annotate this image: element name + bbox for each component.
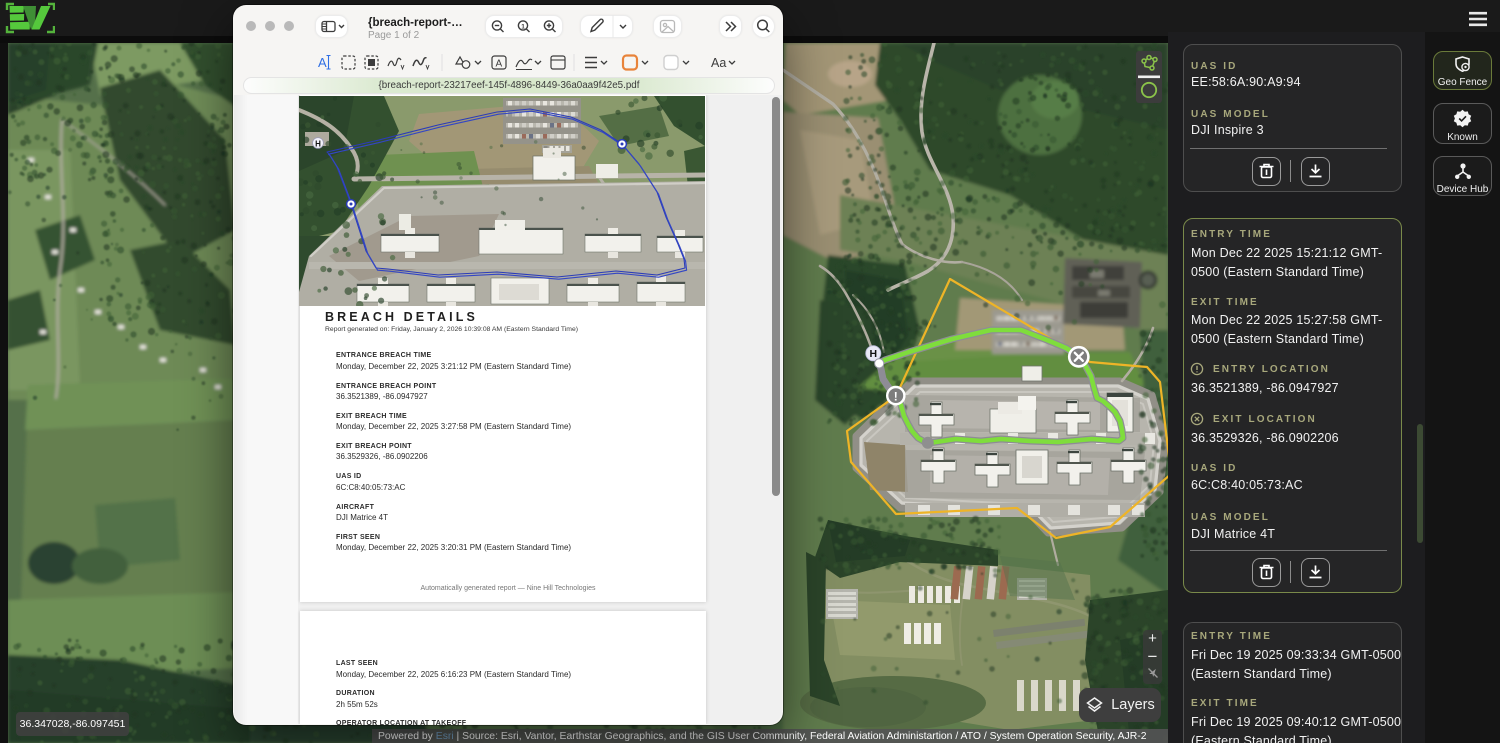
svg-text:A: A [496, 58, 503, 69]
svg-text:H: H [870, 348, 878, 360]
svg-text:1: 1 [521, 23, 525, 30]
svg-text:Aa: Aa [711, 56, 726, 70]
svg-text:A: A [318, 55, 327, 70]
svg-text:H: H [315, 140, 321, 149]
svg-text:!: ! [894, 389, 898, 403]
